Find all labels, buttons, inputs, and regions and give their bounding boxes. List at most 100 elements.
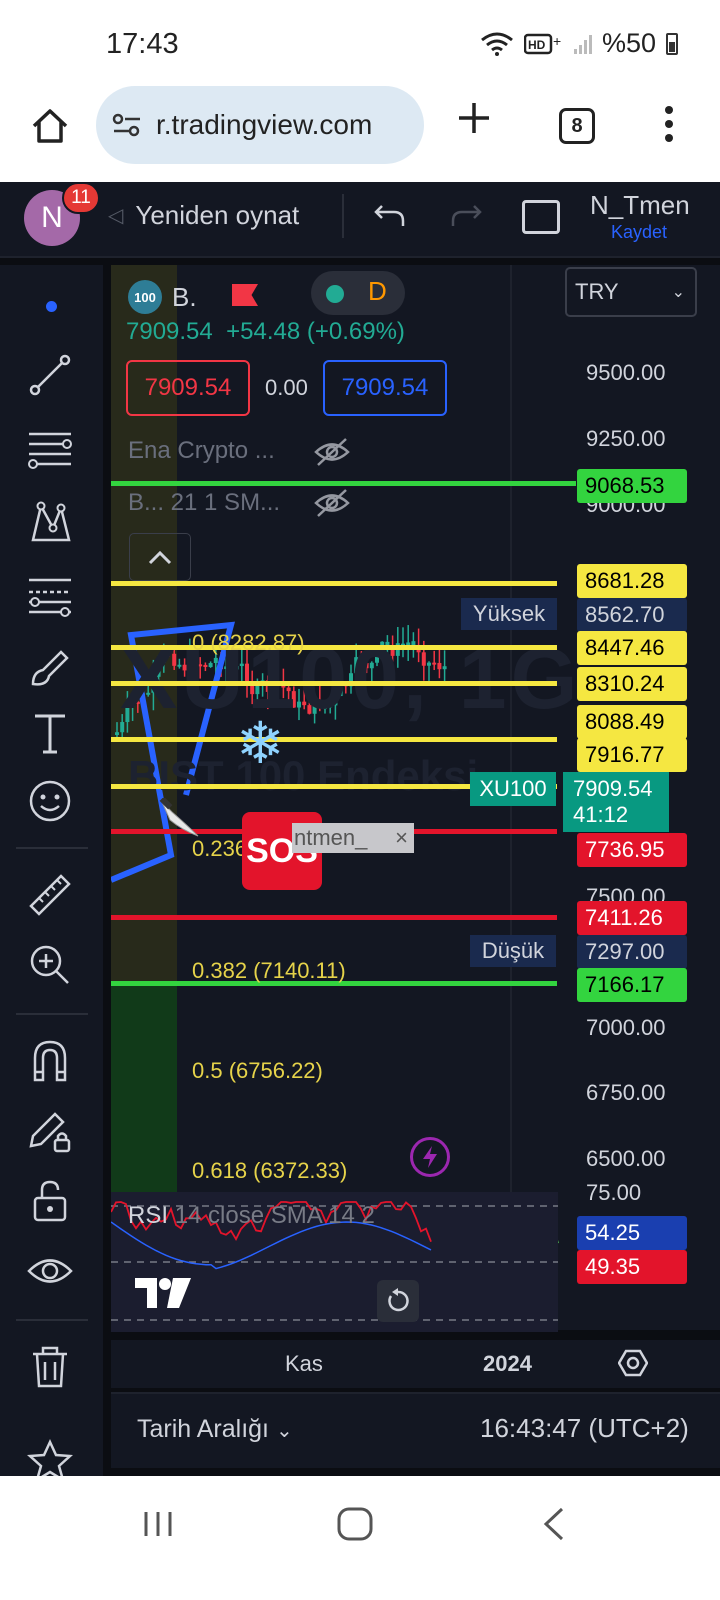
cursor-dot-icon[interactable] (46, 301, 57, 312)
settings-icon[interactable] (618, 1348, 648, 1378)
text-icon (35, 714, 65, 754)
currency-select[interactable]: TRY ⌄ (565, 267, 697, 317)
clock[interactable]: 16:43:47 (UTC+2) (480, 1413, 689, 1444)
address-bar[interactable]: r.tradingview.com (96, 86, 424, 164)
volte-icon: HD + (523, 33, 561, 54)
brush-tool[interactable] (22, 639, 78, 695)
delete-tool[interactable] (22, 1339, 78, 1395)
url-text: r.tradingview.com (156, 109, 373, 140)
reset-chart-button[interactable] (377, 1280, 419, 1322)
fib-tool[interactable] (22, 421, 78, 477)
price-tag[interactable]: 7736.95 (577, 833, 687, 867)
zoom-tool[interactable] (22, 937, 78, 993)
price-tag[interactable]: 8088.49 (577, 705, 687, 739)
sell-button[interactable]: 7909.54 (126, 360, 250, 416)
browser-menu-button[interactable] (664, 106, 674, 142)
trend-line-tool[interactable] (22, 347, 78, 403)
price-tag[interactable]: 7916.77 (577, 738, 687, 772)
price-tag[interactable]: 7411.26 (577, 901, 687, 935)
fib-label: 0.618 (6372.33) (192, 1158, 348, 1183)
level-line[interactable] (111, 681, 557, 686)
lock-drawings-tool[interactable] (22, 1103, 78, 1159)
recent-apps-icon[interactable] (140, 1506, 176, 1542)
date-range-button[interactable]: Tarih Aralığı ⌄ (137, 1415, 293, 1444)
price-axis-label: 9500.00 (586, 360, 666, 385)
price-change-row: 7909.54 +54.48 (+0.69%) (126, 318, 405, 346)
high-price-tag: 8562.70 (577, 598, 687, 632)
back-icon[interactable] (540, 1506, 568, 1542)
screen: 17:43 HD + %50 r.tradingview.com 8 N 11 ◁… (0, 0, 720, 1600)
chevron-up-icon (148, 550, 172, 565)
rsi-legend[interactable]: RSI 14 close SMA 14 2 (128, 1202, 375, 1230)
lock-tool[interactable] (22, 1173, 78, 1229)
indicator-name[interactable]: Ena Crypto ... (128, 437, 275, 465)
lightning-button[interactable] (410, 1137, 450, 1177)
price-tag[interactable]: 8310.24 (577, 667, 687, 701)
tab-switcher-button[interactable]: 8 (559, 108, 595, 144)
fib-label: 0.5 (6756.22) (192, 1058, 323, 1083)
snowflake-icon: ❄ (236, 711, 285, 776)
change-percent: (+0.69%) (306, 318, 405, 345)
measure-tool[interactable] (22, 867, 78, 923)
visibility-tool[interactable] (22, 1243, 78, 1299)
emoji-tool[interactable] (22, 773, 78, 829)
price-axis-label: 6500.00 (586, 1146, 666, 1171)
level-line[interactable] (111, 737, 557, 742)
knife-icon (159, 798, 199, 837)
redo-button[interactable] (448, 198, 484, 234)
eye-off-icon[interactable] (314, 437, 350, 467)
author-name: ntmen_ (294, 825, 368, 850)
layout-button[interactable] (522, 200, 560, 234)
plus-icon (459, 103, 489, 133)
undo-button[interactable] (372, 198, 408, 234)
level-line[interactable] (111, 915, 557, 920)
svg-text:+: + (553, 33, 561, 49)
collapse-legend-button[interactable] (129, 533, 191, 581)
text-tool[interactable] (22, 705, 78, 761)
status-time: 17:43 (106, 28, 179, 60)
smiley-icon (29, 780, 71, 822)
home-icon (32, 109, 68, 143)
level-line[interactable] (111, 481, 576, 486)
reset-icon (388, 1288, 409, 1312)
indicator-name[interactable]: B... 21 1 SM... (128, 489, 280, 517)
price-tag[interactable]: 7166.17 (577, 968, 687, 1002)
save-button[interactable]: Kaydet (611, 222, 667, 243)
status-icons: HD + %50 (480, 28, 678, 59)
level-line[interactable] (111, 581, 557, 586)
last-price-value: 7909.54 (126, 318, 213, 345)
symbol-legend[interactable]: 100 B. (128, 277, 197, 317)
date-range-label: Tarih Aralığı (137, 1415, 270, 1443)
magnet-tool[interactable] (22, 1033, 78, 1089)
lightning-icon (423, 1146, 437, 1168)
rsi-axis-label: 75.00 (586, 1180, 642, 1205)
candle-body (115, 732, 119, 735)
pattern-tool[interactable] (22, 495, 78, 551)
watermark-subtitle: BIST 100 Endeksi (128, 752, 479, 799)
forecast-tool[interactable] (22, 567, 78, 623)
level-line[interactable] (111, 645, 557, 650)
price-tag[interactable]: 9068.53 (577, 469, 687, 503)
site-settings-icon (112, 113, 140, 137)
last-price: 7909.54 (573, 776, 653, 801)
buy-button[interactable]: 7909.54 (323, 360, 447, 416)
battery-percent: %50 (601, 28, 656, 58)
close-icon[interactable]: × (395, 825, 408, 851)
home-nav-icon[interactable] (336, 1506, 374, 1542)
price-tag[interactable]: 8681.28 (577, 564, 687, 598)
price-axis-label: 7000.00 (586, 1015, 666, 1040)
eye-off-icon[interactable] (314, 488, 350, 518)
eye-icon (27, 1259, 73, 1283)
market-open-icon (326, 285, 344, 303)
forecast-icon (29, 578, 71, 617)
layout-name: N_Tmen (590, 190, 690, 220)
price-tag[interactable]: 8447.46 (577, 631, 687, 665)
symbol-name: B. (172, 281, 197, 312)
home-button[interactable] (26, 102, 74, 150)
replay-button[interactable]: ◁ Yeniden oynat (108, 200, 299, 231)
magnet-icon (33, 1040, 67, 1082)
replay-label: Yeniden oynat (135, 200, 300, 230)
chart-top-toolbar: N 11 ◁ Yeniden oynat N_Tmen Kaydet (0, 182, 720, 258)
new-tab-button[interactable] (456, 100, 492, 144)
author-tag[interactable]: ntmen_ × (292, 823, 414, 853)
